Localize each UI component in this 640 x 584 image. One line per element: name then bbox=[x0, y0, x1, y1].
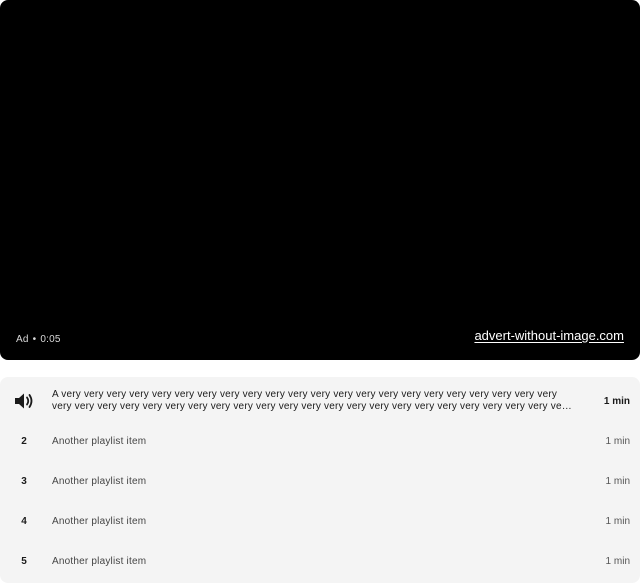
playlist: A very very very very very very very ver… bbox=[0, 377, 640, 583]
playlist-item-title: Another playlist item bbox=[52, 515, 147, 527]
ad-info: Ad • 0:05 bbox=[16, 334, 61, 345]
playlist-item-current[interactable]: A very very very very very very very ver… bbox=[0, 381, 640, 421]
ad-label: Ad bbox=[16, 334, 29, 345]
playlist-item[interactable]: 5 Another playlist item 1 min bbox=[0, 541, 640, 581]
playlist-item[interactable]: 3 Another playlist item 1 min bbox=[0, 461, 640, 501]
playlist-item-index: 3 bbox=[21, 475, 27, 487]
playlist-item-title: Another playlist item bbox=[52, 435, 147, 447]
playlist-item-duration: 1 min bbox=[605, 555, 630, 567]
speaker-icon bbox=[15, 393, 33, 409]
playlist-item-index: 4 bbox=[21, 515, 27, 527]
advertiser-link[interactable]: advert-without-image.com bbox=[474, 328, 624, 343]
playlist-item-index bbox=[0, 392, 52, 410]
playlist-item-title: A very very very very very very very ver… bbox=[52, 389, 571, 412]
playlist-item-duration: 1 min bbox=[605, 515, 630, 527]
playlist-item[interactable]: 2 Another playlist item 1 min bbox=[0, 421, 640, 461]
playlist-item-duration: 1 min bbox=[605, 475, 630, 487]
video-player[interactable]: Ad • 0:05 advert-without-image.com bbox=[0, 0, 640, 360]
playlist-item-duration: 1 min bbox=[603, 395, 630, 407]
playlist-item-title: Another playlist item bbox=[52, 475, 147, 487]
playlist-item-title: Another playlist item bbox=[52, 555, 147, 567]
ad-time: 0:05 bbox=[40, 334, 61, 345]
playlist-item[interactable]: 4 Another playlist item 1 min bbox=[0, 501, 640, 541]
playlist-item-duration: 1 min bbox=[605, 435, 630, 447]
playlist-item-index: 5 bbox=[21, 555, 27, 567]
playlist-item-index: 2 bbox=[21, 435, 27, 447]
ad-separator: • bbox=[32, 334, 37, 345]
